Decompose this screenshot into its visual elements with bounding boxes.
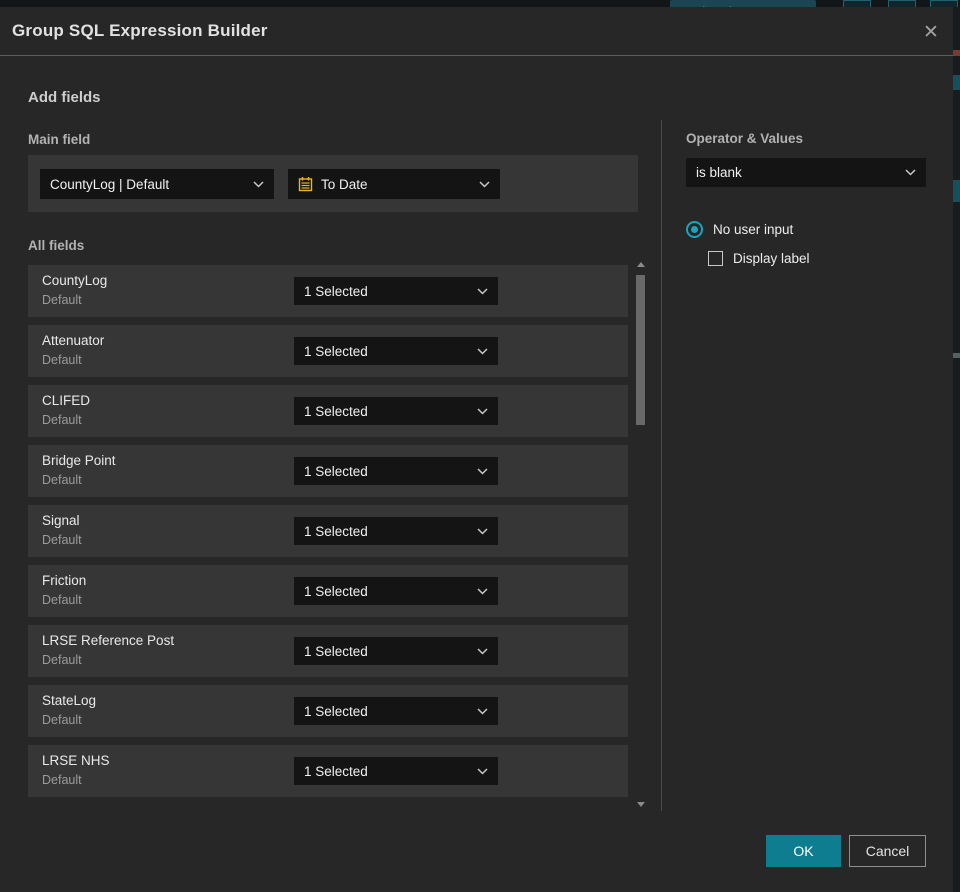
field-row: CLIFED Default 1 Selected	[28, 385, 628, 437]
field-row: StateLog Default 1 Selected	[28, 685, 628, 737]
field-dataset: Default	[42, 653, 82, 667]
main-field-select-value: CountyLog | Default	[50, 176, 170, 192]
dialog-header: Group SQL Expression Builder ✕	[0, 7, 953, 55]
display-label-label[interactable]: Display label	[733, 251, 810, 266]
field-row: Attenuator Default 1 Selected	[28, 325, 628, 377]
field-values-select-value: 1 Selected	[304, 643, 368, 659]
background-app-right-strip	[953, 7, 960, 892]
main-field-panel: CountyLog | Default To Date	[28, 155, 638, 212]
chevron-down-icon	[479, 180, 490, 188]
field-values-select[interactable]: 1 Selected	[294, 277, 498, 305]
background-fragment	[953, 50, 960, 56]
field-name: LRSE Reference Post	[42, 633, 175, 648]
field-row: LRSE Reference Post Default 1 Selected	[28, 625, 628, 677]
main-field-label: Main field	[28, 132, 91, 147]
field-values-select[interactable]: 1 Selected	[294, 457, 498, 485]
field-row: Friction Default 1 Selected	[28, 565, 628, 617]
no-user-input-radio[interactable]: No user input	[686, 221, 793, 238]
radio-selected-icon[interactable]	[686, 221, 703, 238]
field-dataset: Default	[42, 473, 82, 487]
chevron-down-icon	[477, 527, 488, 535]
chevron-down-icon	[477, 767, 488, 775]
background-fragment	[953, 180, 960, 202]
field-values-select[interactable]: 1 Selected	[294, 697, 498, 725]
all-fields-list: CountyLog Default 1 Selected Attenuator …	[28, 265, 628, 805]
field-dataset: Default	[42, 773, 82, 787]
field-dataset: Default	[42, 353, 82, 367]
field-values-select-value: 1 Selected	[304, 763, 368, 779]
field-dataset: Default	[42, 533, 82, 547]
main-field-select[interactable]: CountyLog | Default	[40, 169, 274, 199]
background-fragment	[953, 75, 960, 90]
main-field-type-value: To Date	[321, 176, 368, 192]
chevron-down-icon	[477, 287, 488, 295]
dialog-title: Group SQL Expression Builder	[12, 21, 268, 40]
field-row: Signal Default 1 Selected	[28, 505, 628, 557]
checkbox-unchecked-icon[interactable]	[708, 251, 723, 266]
field-values-select-value: 1 Selected	[304, 403, 368, 419]
field-values-select-value: 1 Selected	[304, 463, 368, 479]
operator-select[interactable]: is blank	[686, 158, 926, 187]
field-dataset: Default	[42, 413, 82, 427]
field-values-select[interactable]: 1 Selected	[294, 517, 498, 545]
chevron-down-icon	[253, 180, 264, 188]
field-name: Friction	[42, 573, 87, 588]
display-label-checkbox[interactable]: Display label	[708, 251, 810, 266]
chevron-down-icon	[477, 347, 488, 355]
field-row: LRSE NHS Default 1 Selected	[28, 745, 628, 797]
list-scrollbar[interactable]	[635, 258, 647, 809]
add-fields-heading: Add fields	[28, 89, 101, 106]
chevron-down-icon	[477, 467, 488, 475]
field-values-select-value: 1 Selected	[304, 343, 368, 359]
live-view-button[interactable]: Live view	[670, 0, 816, 7]
background-app-top-strip: Live view	[0, 0, 960, 7]
group-sql-expression-builder-dialog: Group SQL Expression Builder ✕ Add field…	[0, 7, 953, 892]
field-values-select-value: 1 Selected	[304, 583, 368, 599]
field-values-select[interactable]: 1 Selected	[294, 337, 498, 365]
field-name: Signal	[42, 513, 80, 528]
ok-button[interactable]: OK	[766, 835, 841, 867]
operator-select-value: is blank	[696, 165, 742, 180]
field-name: Attenuator	[42, 333, 105, 348]
scroll-down-icon[interactable]	[637, 802, 645, 807]
scrollbar-thumb[interactable]	[636, 275, 645, 425]
cancel-button[interactable]: Cancel	[849, 835, 926, 867]
field-name: StateLog	[42, 693, 97, 708]
scroll-up-icon[interactable]	[637, 262, 645, 267]
background-toolbar-button	[843, 0, 871, 7]
field-values-select-value: 1 Selected	[304, 703, 368, 719]
field-row: CountyLog Default 1 Selected	[28, 265, 628, 317]
background-toolbar-button	[930, 0, 958, 7]
field-dataset: Default	[42, 593, 82, 607]
field-values-select[interactable]: 1 Selected	[294, 757, 498, 785]
field-values-select-value: 1 Selected	[304, 283, 368, 299]
operator-values-label: Operator & Values	[686, 131, 804, 146]
chevron-down-icon	[477, 647, 488, 655]
field-values-select[interactable]: 1 Selected	[294, 577, 498, 605]
field-values-select-value: 1 Selected	[304, 523, 368, 539]
screen: Live view Group SQL Expression Builder ✕…	[0, 0, 960, 892]
field-name: LRSE NHS	[42, 753, 110, 768]
background-fragment	[953, 353, 960, 358]
all-fields-label: All fields	[28, 238, 85, 253]
main-field-type-select[interactable]: To Date	[288, 169, 500, 199]
close-icon[interactable]: ✕	[916, 17, 946, 47]
field-values-select[interactable]: 1 Selected	[294, 397, 498, 425]
field-dataset: Default	[42, 713, 82, 727]
chevron-down-icon	[477, 407, 488, 415]
no-user-input-label[interactable]: No user input	[713, 222, 793, 237]
field-name: CLIFED	[42, 393, 91, 408]
panel-divider	[661, 120, 662, 811]
calendar-icon	[298, 176, 313, 192]
background-toolbar-button	[888, 0, 916, 7]
field-name: Bridge Point	[42, 453, 116, 468]
field-name: CountyLog	[42, 273, 108, 288]
chevron-down-icon	[477, 707, 488, 715]
field-values-select[interactable]: 1 Selected	[294, 637, 498, 665]
chevron-down-icon	[905, 169, 916, 176]
field-dataset: Default	[42, 293, 82, 307]
chevron-down-icon	[477, 587, 488, 595]
field-row: Bridge Point Default 1 Selected	[28, 445, 628, 497]
header-divider	[0, 55, 953, 56]
